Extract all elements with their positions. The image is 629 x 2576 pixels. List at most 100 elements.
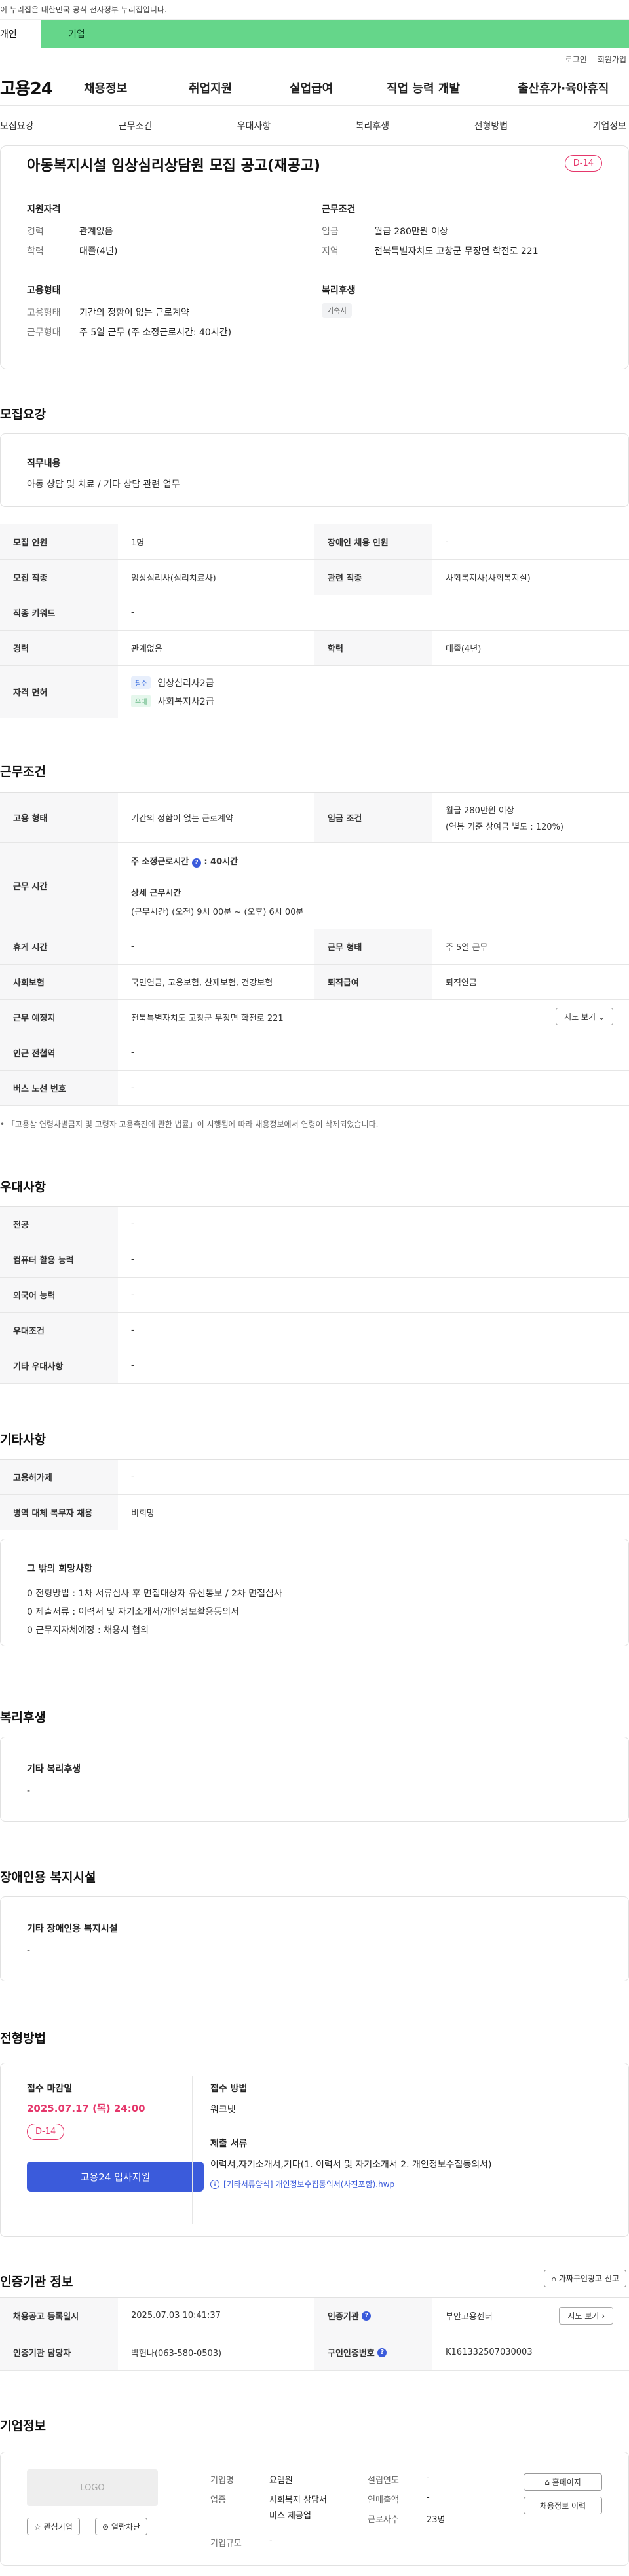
age-note: • 「고용상 연령차별금지 및 고령자 고용촉진에 관한 법률」이 시행됨에 따… — [0, 1120, 379, 1129]
welfare-heading: 복리후생 — [0, 1710, 46, 1725]
signup-link[interactable]: 회원가입 — [598, 54, 626, 65]
table-row: 외국어 능력 - — [0, 1278, 629, 1313]
login-link[interactable]: 로그인 — [565, 54, 587, 65]
home-icon: ⌂ — [544, 2478, 550, 2487]
table-row: 전공 - — [0, 1207, 629, 1242]
etc-table: 고용허가제 - 병역 대체 복무자 채용 비희망 — [0, 1459, 629, 1530]
table-row: 직종 키워드 - — [0, 595, 629, 631]
table-row: 근무 예정지 전북특별자치도 고창군 무장면 학전로 221 지도 보기 ⌄ — [0, 1000, 629, 1035]
apply-card: 접수 마감일 2025.07.17 (목) 24:00 D-14 고용24 입사… — [0, 2063, 629, 2237]
table-row: 버스 노선 번호 - — [0, 1071, 629, 1106]
pref-table: 전공 - 컴퓨터 활용 능력 - 외국어 능력 - 우대조건 - 기타 우대사항 - — [0, 1206, 629, 1384]
duty-box: 직무내용 아동 상담 및 치료 / 기타 상담 관련 업무 — [0, 433, 629, 507]
recruit-table: 모집 인원 1명 장애인 채용 인원 - 모집 직종 임상심리사(심리치료사) … — [0, 524, 629, 718]
cond-title: 근무조건 — [322, 204, 356, 215]
tab-pref[interactable]: 우대사항 — [237, 119, 271, 132]
gov-banner: 이 누리집은 대한민국 공식 전자정부 누리집입니다. — [0, 0, 629, 20]
table-row: 고용 형태 기간의 정함이 없는 근로계약 임금 조건 월급 280만원 이상(… — [0, 793, 629, 843]
duty-title: 직무내용 — [27, 458, 61, 469]
site-logo[interactable]: 고용24 — [0, 75, 84, 100]
table-row: 모집 직종 임상심리사(심리치료사) 관련 직종 사회복지사(사회복지실) — [0, 560, 629, 595]
nav-skills[interactable]: 직업 능력 개발 — [387, 79, 518, 96]
emp-title: 고용형태 — [27, 285, 61, 296]
welfare-title: 복리후생 — [322, 285, 356, 296]
corp-heading: 기업정보 — [0, 2419, 46, 2433]
main-nav: 고용24 채용정보 취업지원 실업급여 직업 능력 개발 출산휴가·육아휴직 — [0, 69, 629, 106]
table-row: 모집 인원 1명 장애인 채용 인원 - — [0, 524, 629, 560]
duty-value: 아동 상담 및 치료 / 기타 상담 관련 업무 — [27, 479, 180, 490]
other-title: 그 밖의 희망사항 — [27, 1564, 92, 1574]
info-icon[interactable]: ? — [377, 2347, 387, 2357]
util-bar: 로그인 회원가입 — [0, 48, 629, 69]
nav-parental-leave[interactable]: 출산휴가·육아휴직 — [518, 79, 609, 96]
qual-career: 경력 관계없음 — [27, 227, 113, 237]
nav-unemployment-benefit[interactable]: 실업급여 — [290, 79, 387, 96]
tab-corp[interactable]: 기업정보 — [592, 119, 626, 132]
license-required: 필수 임상심리사2급 — [131, 676, 214, 690]
work-heading: 근무조건 — [0, 765, 46, 779]
table-row: 인근 전철역 - — [0, 1035, 629, 1071]
disab-heading: 장애인용 복지시설 — [0, 1870, 96, 1885]
apply-heading: 전형방법 — [0, 2031, 46, 2046]
download-icon: ↓ — [210, 2179, 219, 2189]
nav-jobs[interactable]: 채용정보 — [84, 79, 189, 96]
job-title: 아동복지시설 임상심리상담원 모집 공고(재공고) — [27, 158, 320, 174]
star-icon: ☆ — [34, 2522, 41, 2531]
tab-welfare[interactable]: 복리후생 — [356, 119, 390, 132]
license-preferred: 우대 사회복지사2급 — [131, 695, 214, 708]
report-fake-ad-button[interactable]: ⌂ 가짜구인광고 신고 — [544, 2270, 626, 2287]
work-table: 고용 형태 기간의 정함이 없는 근로계약 임금 조건 월급 280만원 이상(… — [0, 792, 629, 1106]
info-icon[interactable]: ? — [191, 858, 201, 868]
attachment-link[interactable]: ↓ [기타서류양식] 개인정보수집동의서(사진포함).hwp — [210, 2179, 394, 2190]
table-row: 휴게 시간 - 근무 형태 주 5일 근무 — [0, 929, 629, 965]
job-summary-card: 아동복지시설 임상심리상담원 모집 공고(재공고) D-14 지원자격 경력 관계… — [0, 145, 629, 369]
etc-heading: 기타사항 — [0, 1433, 46, 1447]
other-box: 그 밖의 희망사항 0 전형방법 : 1차 서류심사 후 면접대상자 유선통보 … — [0, 1539, 629, 1646]
table-row: 경력 관계없음 학력 대졸(4년) — [0, 631, 629, 666]
table-row: 채용공고 등록일시 2025.07.03 10:41:37 인증기관 ? 부안고… — [0, 2298, 629, 2334]
tab-business[interactable]: 기업 — [41, 20, 629, 48]
company-logo: LOGO — [27, 2469, 158, 2506]
map-button[interactable]: 지도 보기 ⌄ — [556, 1008, 613, 1025]
section-tabs: 모집요강 근무조건 우대사항 복리후생 전형방법 기업정보 — [0, 106, 629, 145]
table-row: 자격 면허 필수 임상심리사2급 우대 사회복지사2급 — [0, 666, 629, 718]
cert-table: 채용공고 등록일시 2025.07.03 10:41:37 인증기관 ? 부안고… — [0, 2297, 629, 2371]
recruit-heading: 모집요강 — [0, 407, 46, 422]
block-view-button[interactable]: ⊘ 열람차단 — [95, 2518, 148, 2535]
tab-apply[interactable]: 전형방법 — [474, 119, 508, 132]
deadline: 2025.07.17 (목) 24:00 — [27, 2103, 145, 2114]
cert-heading: 인증기관 정보 — [0, 2275, 73, 2289]
cert-map-button[interactable]: 지도 보기 › — [559, 2307, 613, 2325]
chevron-down-icon: ⌄ — [598, 1012, 605, 1021]
tab-personal[interactable]: 개인 — [0, 20, 41, 48]
homepage-button[interactable]: ⌂ 홈페이지 — [524, 2473, 602, 2491]
tab-recruit[interactable]: 모집요강 — [0, 119, 34, 132]
weekly-hours: 주 소정근로시간 ? : 40시간 — [131, 856, 238, 868]
pref-heading: 우대사항 — [0, 1180, 46, 1194]
apply-button[interactable]: 고용24 입사지원 — [27, 2162, 204, 2192]
history-button[interactable]: 채용정보 이력 — [524, 2497, 602, 2514]
table-row: 컴퓨터 활용 능력 - — [0, 1242, 629, 1278]
home-icon: ⌂ — [551, 2274, 557, 2283]
table-row: 우대조건 - — [0, 1313, 629, 1348]
divider — [192, 2076, 193, 2224]
chevron-right-icon: › — [601, 2311, 605, 2321]
table-row: 병역 대체 복무자 채용 비희망 — [0, 1495, 629, 1530]
table-row: 사회보험 국민연금, 고용보험, 산재보험, 건강보험 퇴직급여 퇴직연금 — [0, 965, 629, 1000]
apply-dday-badge: D-14 — [27, 2124, 65, 2140]
table-row: 기타 우대사항 - — [0, 1348, 629, 1384]
cond-wage: 임금 월급 280만원 이상 — [322, 227, 448, 237]
table-row: 인증기관 담당자 박현나(063-580-0503) 구인인증번호 ? K161… — [0, 2334, 629, 2371]
interest-company-button[interactable]: ☆ 관심기업 — [27, 2518, 80, 2535]
qual-edu: 학력 대졸(4년) — [27, 246, 118, 257]
tab-work[interactable]: 근무조건 — [119, 119, 153, 132]
table-row: 근무 시간 주 소정근로시간 ? : 40시간 상세 근무시간 (근무시간) (… — [0, 843, 629, 929]
user-type-tabs: 개인 기업 — [0, 20, 629, 48]
emp-type: 고용형태 기간의 정함이 없는 근로계약 — [27, 308, 189, 318]
emp-shift: 근무형태 주 5일 근무 (주 소정근로시간: 40시간) — [27, 327, 232, 338]
info-icon[interactable]: ? — [362, 2311, 372, 2321]
nav-employment-support[interactable]: 취업지원 — [189, 79, 290, 96]
welfare-box: 기타 복리후생 - — [0, 1737, 629, 1822]
table-row: 고용허가제 - — [0, 1460, 629, 1495]
block-icon: ⊘ — [102, 2522, 109, 2531]
